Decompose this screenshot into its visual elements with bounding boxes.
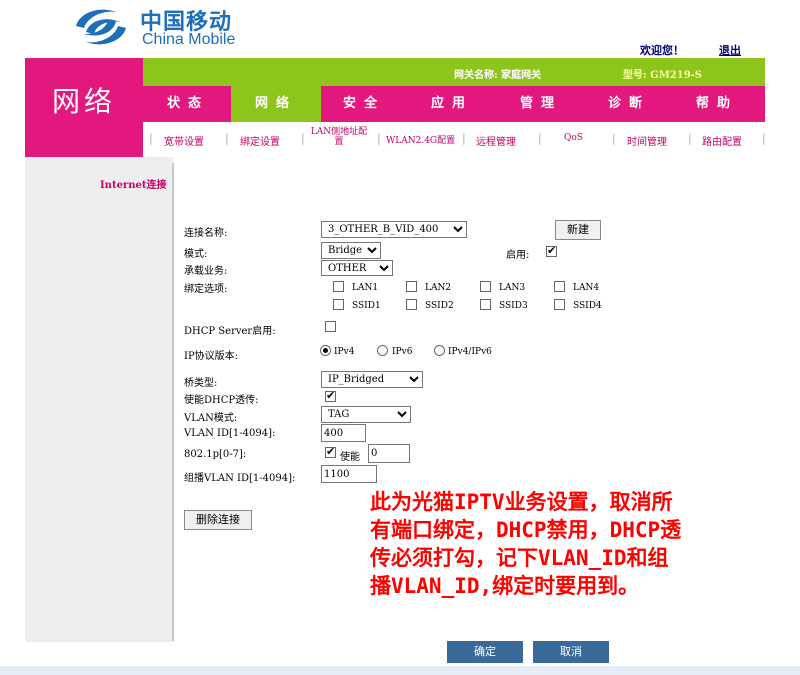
tab-diagnostics[interactable]: 诊断 [584,86,674,122]
lan1-label: LAN1 [352,283,379,293]
cancel-button[interactable]: 取消 [533,641,609,663]
ipv6-radio[interactable] [377,345,388,356]
subnav-separator: | [762,132,766,145]
left-sidebar [25,157,173,642]
mode-select[interactable]: Bridge [321,242,381,259]
subnav-separator: | [612,132,616,145]
ssid3-label: SSID3 [499,301,528,311]
subnav-separator: | [462,132,466,145]
subnav-binding[interactable]: 绑定设置 [240,133,280,148]
dhcp-passthrough-checkbox[interactable] [325,389,336,402]
subnav-wlan[interactable]: WLAN2.4G配置 [386,133,455,146]
priority-label: 802.1p[0-7]: [184,449,247,460]
welcome-text: 欢迎您！ [640,44,684,57]
vlan-id-label: VLAN ID[1-4094]: [184,428,276,439]
ssid1-label: SSID1 [352,301,381,311]
ssid4-label: SSID4 [573,301,602,311]
sidebar-item-internet[interactable]: Internet连接 [100,176,166,191]
tab-help[interactable]: 帮助 [672,86,762,122]
ip-version-label: IP协议版本: [184,351,239,362]
ssid3-checkbox[interactable] [480,299,491,310]
subnav-separator: | [688,132,692,145]
china-mobile-logo-icon [76,9,126,45]
tab-application[interactable]: 应用 [407,86,497,122]
lan2-checkbox[interactable] [406,281,417,292]
subnav-broadband[interactable]: 宽带设置 [164,133,204,148]
binding-options-label: 绑定选项: [184,284,228,295]
tab-network[interactable]: 网络 [231,86,321,122]
dhcp-server-label: DHCP Server启用: [184,326,276,337]
logout-link[interactable]: 退出 [719,42,741,58]
dhcp-server-checkbox[interactable] [325,321,336,332]
ipv6-label: IPv6 [392,347,413,357]
vlan-id-input[interactable] [321,424,366,442]
priority-input[interactable] [368,444,410,463]
delete-connection-button[interactable]: 删除连接 [184,510,252,530]
lan2-label: LAN2 [425,283,452,293]
ipv4-label: IPv4 [334,347,355,357]
subnav-separator: | [301,132,305,145]
bridge-type-select[interactable]: IP_Bridged [321,371,423,388]
gateway-name: 网关名称: 家庭网关 [454,70,542,81]
section-panel: 网络 [25,58,143,157]
subnav-separator: | [377,132,381,145]
annotation-line: 此为光猫IPTV业务设置，取消所 [370,490,673,514]
subnav-separator: | [149,132,153,145]
new-connection-button[interactable]: 新建 [555,220,601,240]
bridge-type-label: 桥类型: [184,378,218,389]
lan3-checkbox[interactable] [480,281,491,292]
subnav-lan-address[interactable]: LAN侧地址配置 [309,127,369,147]
connection-name-label: 连接名称: [184,228,228,239]
tab-management[interactable]: 管理 [496,86,586,122]
sub-navigation: | 宽带设置 | 绑定设置 | LAN侧地址配置 | WLAN2.4G配置 | … [143,122,766,157]
gateway-model: 型号: GM219-S [623,70,703,81]
tab-status[interactable]: 状态 [143,86,233,122]
lan1-checkbox[interactable] [333,281,344,292]
ssid1-checkbox[interactable] [333,299,344,310]
section-title: 网络 [51,85,116,118]
annotation-line: 播VLAN_ID,绑定时要用到。 [370,574,640,598]
dhcp-passthrough-label: 使能DHCP透传: [184,395,259,406]
lan4-label: LAN4 [573,283,600,293]
multicast-vlan-label: 组播VLAN ID[1-4094]: [184,473,296,484]
content-divider [172,163,174,641]
subnav-qos[interactable]: QoS [564,133,583,143]
ipv4-radio[interactable] [320,345,331,356]
priority-enable-checkbox[interactable] [325,445,336,458]
annotation-note: 此为光猫IPTV业务设置，取消所 有端口绑定，DHCP禁用，DHCP透 传必须打… [370,488,790,600]
ipv4-ipv6-radio[interactable] [434,345,445,356]
subnav-routing[interactable]: 路由配置 [702,133,742,148]
vlan-mode-label: VLAN模式: [184,413,238,424]
connection-name-select[interactable]: 3_OTHER_B_VID_400 [321,221,467,238]
vlan-mode-select[interactable]: TAG [321,406,411,423]
ssid2-checkbox[interactable] [406,299,417,310]
ok-button[interactable]: 确定 [447,641,523,663]
subnav-separator: | [225,132,229,145]
annotation-line: 有端口绑定，DHCP禁用，DHCP透 [370,518,682,542]
mode-label: 模式: [184,249,208,260]
lan4-checkbox[interactable] [554,281,565,292]
service-label: 承载业务: [184,266,228,277]
annotation-line: 传必须打勾，记下VLAN_ID和组 [370,546,669,570]
ssid4-checkbox[interactable] [554,299,565,310]
service-select[interactable]: OTHER [321,260,393,276]
ssid2-label: SSID2 [425,301,454,311]
enable-checkbox[interactable] [546,244,557,257]
subnav-time-management[interactable]: 时间管理 [627,133,667,148]
enable-label: 启用: [506,250,530,261]
priority-enable-label: 使能 [340,452,360,463]
footer-strip [0,666,800,675]
subnav-separator: | [538,132,542,145]
ipv4-ipv6-label: IPv4/IPv6 [448,347,492,357]
main-tabs: 状态 网络 安全 应用 管理 诊断 帮助 [143,86,765,122]
lan3-label: LAN3 [499,283,526,293]
subnav-remote-management[interactable]: 远程管理 [476,133,516,148]
brand-name-en: China Mobile [142,31,236,48]
multicast-vlan-input[interactable] [321,465,377,483]
tab-security[interactable]: 安全 [319,86,409,122]
